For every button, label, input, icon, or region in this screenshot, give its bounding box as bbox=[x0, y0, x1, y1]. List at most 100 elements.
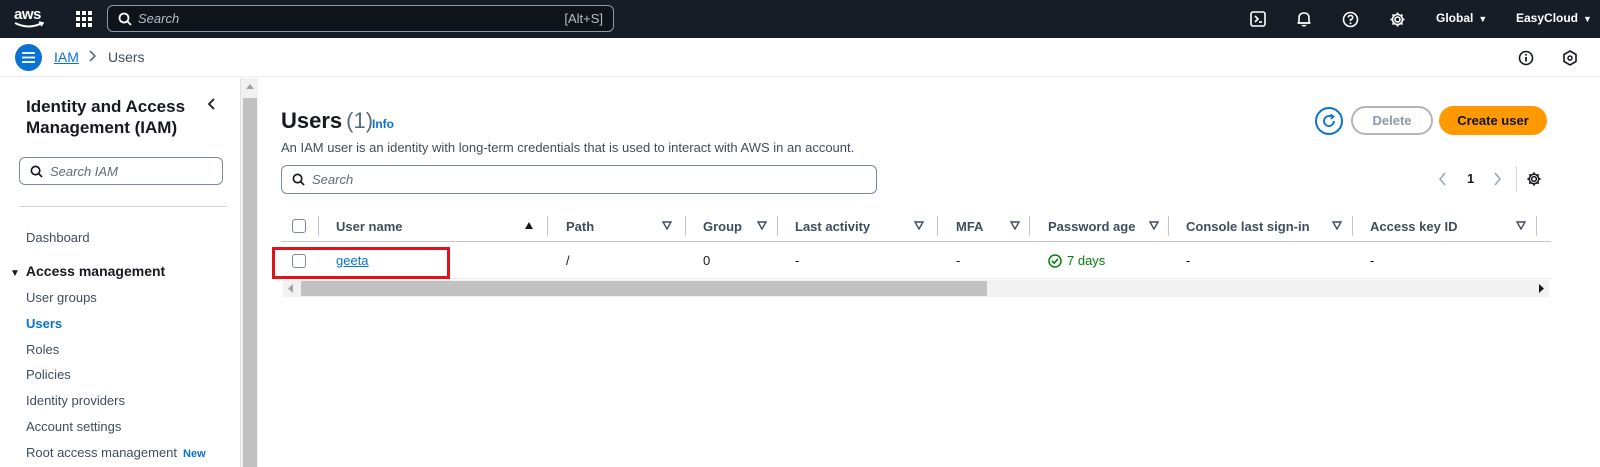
info-panel-icon[interactable] bbox=[1516, 48, 1536, 68]
sidebar-item-policies[interactable]: Policies bbox=[26, 367, 71, 382]
chevron-right-icon bbox=[89, 50, 97, 62]
hamburger-icon bbox=[22, 52, 35, 63]
sidebar-item-account-settings[interactable]: Account settings bbox=[26, 419, 121, 434]
breadcrumb-iam-link[interactable]: IAM bbox=[54, 49, 79, 65]
scroll-left-arrow-icon[interactable] bbox=[287, 284, 294, 293]
chevron-left-icon[interactable] bbox=[206, 97, 218, 111]
users-table-header: User name Path Groups Last activity MFA … bbox=[281, 210, 1551, 242]
create-user-button[interactable]: Create user bbox=[1439, 106, 1547, 135]
current-page-number[interactable]: 1 bbox=[1467, 171, 1474, 186]
sidebar-item-roles[interactable]: Roles bbox=[26, 342, 59, 357]
cloudshell-icon[interactable] bbox=[1248, 9, 1268, 29]
previous-page-icon[interactable] bbox=[1438, 172, 1448, 186]
cell-access-key-id: - bbox=[1370, 253, 1375, 268]
account-label: EasyCloud bbox=[1516, 11, 1579, 25]
column-label: Password age bbox=[1048, 218, 1136, 234]
new-badge: New bbox=[183, 448, 206, 460]
column-divider bbox=[777, 216, 778, 236]
page-description: An IAM user is an identity with long-ter… bbox=[281, 140, 855, 155]
refresh-button[interactable] bbox=[1315, 107, 1343, 135]
column-label: Console last sign-in bbox=[1186, 218, 1310, 234]
cell-groups: 0 bbox=[703, 253, 711, 268]
column-header-user-name[interactable]: User name bbox=[336, 210, 546, 242]
cell-mfa: - bbox=[956, 253, 961, 268]
table-preferences-gear-icon[interactable] bbox=[1526, 171, 1542, 187]
check-circle-icon bbox=[1048, 253, 1062, 268]
bell-icon[interactable] bbox=[1294, 9, 1314, 29]
navigation-menu-button[interactable] bbox=[15, 44, 42, 71]
sidebar-scrollbar[interactable] bbox=[240, 78, 258, 467]
column-divider bbox=[937, 216, 938, 236]
column-header-access-key-id[interactable]: Access key ID bbox=[1370, 210, 1530, 242]
cell-console-last-sign-in: - bbox=[1186, 253, 1191, 268]
select-all-checkbox[interactable] bbox=[292, 210, 306, 242]
sidebar-item-identity-providers[interactable]: Identity providers bbox=[26, 393, 125, 408]
column-divider bbox=[318, 216, 319, 236]
sort-icon bbox=[1149, 221, 1159, 230]
column-label: Path bbox=[566, 218, 595, 234]
sidebar-search-placeholder: Search IAM bbox=[50, 163, 118, 179]
sidebar-item-dashboard[interactable]: Dashboard bbox=[26, 230, 90, 245]
column-header-console-last-sign-in[interactable]: Console last sign-in bbox=[1186, 210, 1346, 242]
sidebar-item-root-access-management[interactable]: Root access management New bbox=[26, 445, 206, 460]
sort-icon bbox=[757, 221, 767, 230]
column-divider bbox=[1029, 216, 1030, 236]
sort-ascending-icon bbox=[525, 222, 533, 229]
sidebar: Identity and Access Management (IAM) Sea… bbox=[0, 78, 240, 467]
scroll-right-arrow-icon[interactable] bbox=[1538, 284, 1545, 293]
security-hexagon-icon[interactable] bbox=[1560, 48, 1580, 68]
sidebar-title: Identity and Access Management (IAM) bbox=[26, 97, 186, 137]
breadcrumb-current: Users bbox=[108, 49, 145, 65]
table-horizontal-scrollbar[interactable] bbox=[283, 280, 1549, 297]
delete-button[interactable]: Delete bbox=[1351, 106, 1433, 135]
info-link[interactable]: Info bbox=[372, 117, 394, 131]
users-search-placeholder: Search bbox=[312, 172, 354, 187]
sort-icon bbox=[914, 221, 924, 230]
column-label: Groups bbox=[703, 218, 743, 234]
help-icon[interactable] bbox=[1340, 9, 1360, 29]
users-search-input[interactable]: Search bbox=[281, 165, 877, 194]
caret-down-icon: ▼ bbox=[1583, 14, 1592, 24]
region-selector[interactable]: Global ▼ bbox=[1436, 11, 1487, 25]
column-header-mfa[interactable]: MFA bbox=[956, 210, 1036, 242]
column-divider bbox=[1168, 216, 1169, 236]
top-navigation-bar: aws Search [Alt+S] Global ▼ EasyCloud ▼ bbox=[0, 0, 1600, 38]
column-label: Last activity bbox=[795, 218, 871, 234]
sidebar-item-user-groups[interactable]: User groups bbox=[26, 290, 97, 305]
aws-logo[interactable]: aws bbox=[14, 6, 48, 32]
sidebar-item-users[interactable]: Users bbox=[26, 316, 62, 331]
scroll-up-arrow-icon[interactable] bbox=[245, 82, 255, 90]
sort-icon bbox=[1516, 221, 1526, 230]
column-divider bbox=[1536, 216, 1537, 236]
cell-path: / bbox=[566, 253, 570, 268]
password-age-value: 7 days bbox=[1067, 253, 1106, 268]
cell-last-activity: - bbox=[795, 253, 800, 268]
cell-password-age: 7 days bbox=[1048, 242, 1105, 279]
scrollbar-thumb[interactable] bbox=[243, 98, 257, 467]
sidebar-item-label: Root access management bbox=[26, 445, 178, 460]
gear-icon[interactable] bbox=[1387, 9, 1407, 29]
column-label: Access key ID bbox=[1370, 218, 1458, 234]
account-menu[interactable]: EasyCloud ▼ bbox=[1516, 11, 1592, 25]
global-search-input[interactable]: Search [Alt+S] bbox=[107, 5, 614, 32]
table-row: geeta / 0 - - 7 days - - bbox=[281, 242, 1551, 279]
column-divider bbox=[685, 216, 686, 236]
column-header-last-activity[interactable]: Last activity bbox=[795, 210, 935, 242]
breadcrumb-bar: IAM Users bbox=[0, 38, 1600, 77]
pager-divider bbox=[1516, 166, 1517, 192]
column-header-password-age[interactable]: Password age bbox=[1048, 210, 1168, 242]
column-divider bbox=[547, 216, 548, 236]
next-page-icon[interactable] bbox=[1492, 172, 1502, 186]
aws-smile-icon bbox=[14, 21, 44, 28]
column-header-groups[interactable]: Groups bbox=[703, 210, 775, 242]
services-grid-icon[interactable] bbox=[76, 11, 92, 27]
sidebar-search-input[interactable]: Search IAM bbox=[19, 157, 223, 185]
sort-icon bbox=[662, 221, 672, 230]
main-content: Users (1) Info An IAM user is an identity… bbox=[258, 78, 1600, 467]
sidebar-section-access-management[interactable]: ▼ Access management bbox=[10, 263, 165, 279]
user-count: (1) bbox=[346, 108, 374, 133]
column-header-path[interactable]: Path bbox=[566, 210, 686, 242]
caret-down-icon: ▼ bbox=[10, 268, 20, 279]
page-title: Users (1) bbox=[281, 108, 373, 134]
scrollbar-thumb[interactable] bbox=[301, 281, 987, 296]
